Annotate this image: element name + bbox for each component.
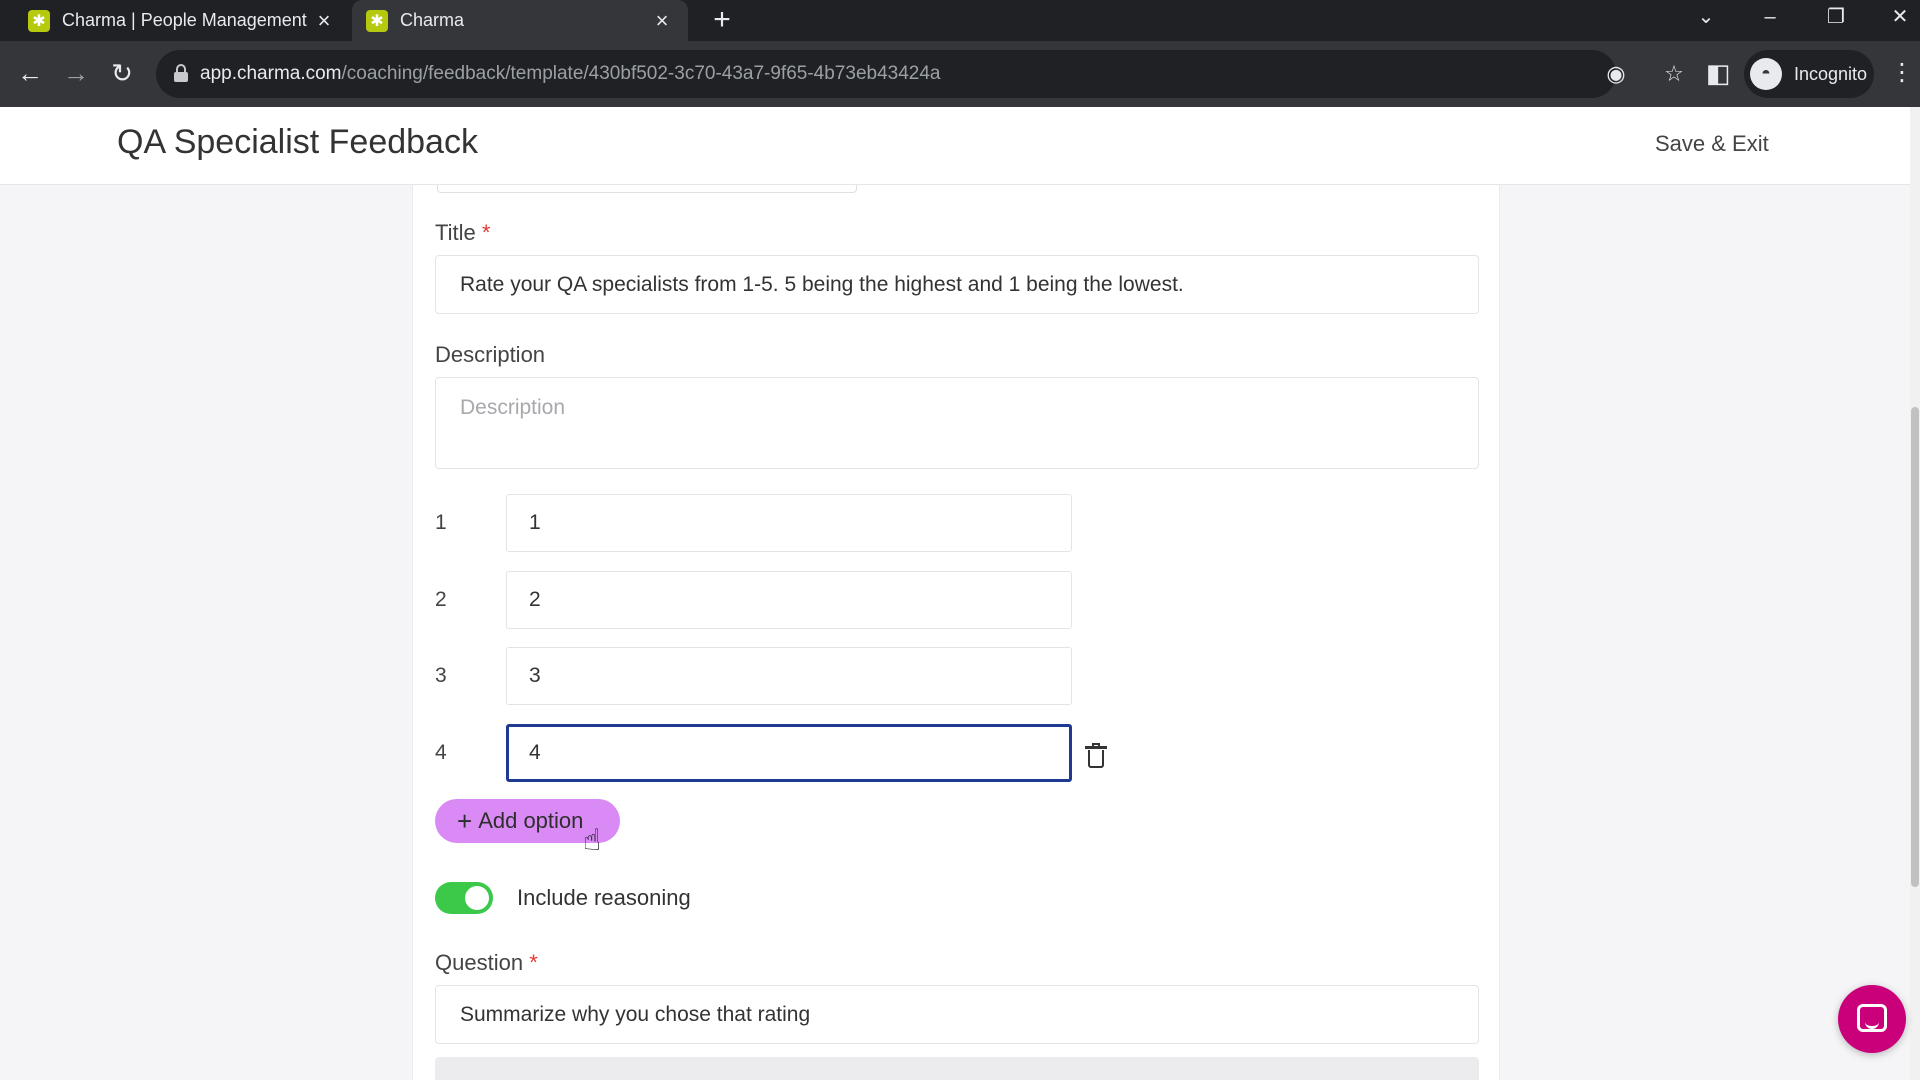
- previous-field-edge: [437, 185, 857, 193]
- restore-window-icon[interactable]: ❐: [1808, 0, 1864, 36]
- description-input[interactable]: Description: [435, 377, 1479, 469]
- include-reasoning-label: Include reasoning: [517, 885, 691, 910]
- include-reasoning-toggle[interactable]: [435, 882, 493, 914]
- browser-tab-charma[interactable]: ✱ Charma ×: [352, 0, 688, 41]
- address-bar[interactable]: app.charma.com/coaching/feedback/templat…: [156, 50, 1684, 98]
- option-input-1[interactable]: 1: [506, 494, 1072, 552]
- reload-icon[interactable]: ↻: [104, 55, 140, 91]
- lock-icon: [174, 64, 188, 82]
- tab-title: Charma: [400, 10, 465, 30]
- page-scrollbar[interactable]: [1910, 107, 1920, 1080]
- title-input[interactable]: Rate your QA specialists from 1-5. 5 bei…: [435, 255, 1479, 314]
- option-number-2: 2: [435, 588, 447, 611]
- browser-tab-strip: ✱ Charma | People Management S × ✱ Charm…: [0, 0, 1920, 41]
- minimize-window-icon[interactable]: –: [1742, 0, 1798, 36]
- profile-label: Incognito: [1794, 63, 1868, 84]
- plus-icon: +: [457, 805, 473, 836]
- option-number-3: 3: [435, 664, 447, 687]
- chat-bubble-icon: [1857, 1004, 1887, 1032]
- toggle-knob: [465, 886, 489, 910]
- charma-favicon-icon: ✱: [28, 9, 50, 32]
- url-text: app.charma.com/coaching/feedback/templat…: [200, 63, 941, 84]
- question-label: Question *: [435, 950, 538, 975]
- new-tab-button[interactable]: +: [706, 4, 738, 36]
- option-input-2[interactable]: 2: [506, 571, 1072, 629]
- next-field-edge: [435, 1057, 1479, 1080]
- app-header: QA Specialist Feedback Save & Exit: [0, 107, 1910, 185]
- browser-menu-icon[interactable]: ⋮: [1890, 55, 1914, 91]
- forward-arrow-icon[interactable]: →: [58, 55, 94, 91]
- question-editor-card: Title * Rate your QA specialists from 1-…: [412, 185, 1500, 1080]
- eye-slash-icon[interactable]: ◉: [1602, 60, 1630, 88]
- incognito-profile-button[interactable]: ◓ Incognito: [1744, 50, 1874, 98]
- back-arrow-icon[interactable]: ←: [12, 55, 48, 91]
- incognito-icon: ◓: [1750, 58, 1782, 90]
- browser-tab-charma-people[interactable]: ✱ Charma | People Management S ×: [14, 0, 350, 41]
- tab-title: Charma | People Management S: [62, 10, 312, 30]
- close-tab-icon[interactable]: ×: [650, 8, 674, 34]
- option-input-4[interactable]: 4: [506, 724, 1072, 782]
- page-title: QA Specialist Feedback: [117, 123, 478, 161]
- option-number-4: 4: [435, 741, 447, 764]
- close-tab-icon[interactable]: ×: [312, 8, 336, 34]
- scrollbar-thumb[interactable]: [1911, 407, 1919, 887]
- charma-favicon-icon: ✱: [366, 9, 388, 32]
- question-input[interactable]: Summarize why you chose that rating: [435, 985, 1479, 1044]
- save-exit-button[interactable]: Save & Exit: [1655, 131, 1769, 157]
- bookmark-star-icon[interactable]: ☆: [1660, 60, 1688, 88]
- delete-option-trash-icon[interactable]: [1085, 743, 1109, 771]
- side-panel-icon[interactable]: ◧: [1700, 55, 1736, 91]
- required-mark: *: [529, 950, 538, 975]
- add-option-label: Add option: [478, 808, 584, 833]
- option-input-3[interactable]: 3: [506, 647, 1072, 705]
- option-number-1: 1: [435, 511, 447, 534]
- chat-launcher-button[interactable]: [1838, 985, 1906, 1053]
- browser-toolbar: ← → ↻ app.charma.com/coaching/feedback/t…: [0, 41, 1920, 107]
- hand-pointer-cursor-icon: ☝: [583, 824, 602, 857]
- close-window-icon[interactable]: ✕: [1872, 0, 1920, 36]
- title-label: Title *: [435, 220, 491, 245]
- tab-search-chevron-icon[interactable]: ⌄: [1678, 0, 1734, 36]
- description-label: Description: [435, 342, 546, 367]
- required-mark: *: [481, 220, 491, 245]
